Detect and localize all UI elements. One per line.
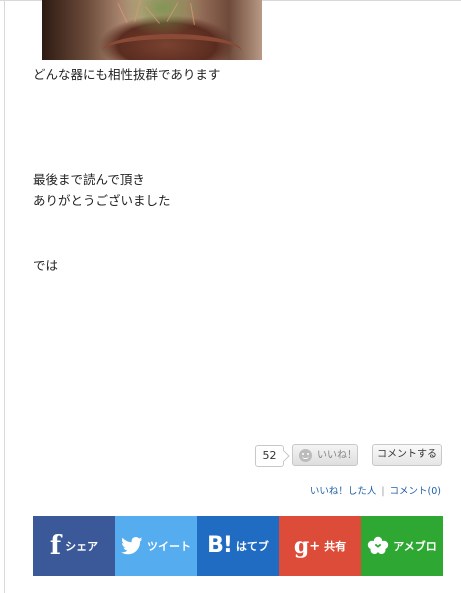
like-button[interactable]: いいね！: [292, 444, 358, 466]
pot-rim: [102, 34, 242, 60]
post-text-line: では: [33, 258, 59, 273]
post-text-line: 最後まで読んで頂き: [33, 172, 145, 187]
share-hatena-button[interactable]: B! はてブ: [197, 516, 279, 576]
comment-button[interactable]: コメントする: [372, 444, 442, 466]
hatena-bookmark-icon: B!: [207, 533, 233, 558]
facebook-icon: f: [49, 531, 62, 561]
share-twitter-button[interactable]: ツイート: [115, 516, 197, 576]
share-facebook-button[interactable]: f シェア: [33, 516, 115, 576]
photo-detail: [166, 2, 179, 22]
like-count: 52: [255, 445, 284, 467]
ameblo-icon: [367, 536, 389, 556]
photo-detail: [190, 3, 195, 25]
photo-detail: [145, 6, 160, 24]
smiley-icon: [299, 449, 312, 462]
share-ameblo-label: アメブロ: [393, 540, 437, 553]
comments-link[interactable]: コメント(0): [390, 486, 441, 497]
photo-detail: [134, 0, 141, 22]
share-googleplus-button[interactable]: g + 共有: [279, 516, 361, 576]
google-plus-icon: g +: [293, 533, 321, 559]
liked-users-link[interactable]: いいね！した人: [310, 486, 377, 497]
share-ameblo-button[interactable]: アメブロ: [361, 516, 443, 576]
twitter-bird-icon: [121, 537, 143, 555]
post-text-line: どんな器にも相性抜群であります: [33, 67, 221, 82]
like-button-label: いいね！: [317, 450, 357, 461]
photo-detail: [117, 2, 128, 24]
share-hatena-label: はてブ: [235, 540, 269, 553]
share-twitter-label: ツイート: [147, 540, 191, 553]
post-text-line: ありがとうございました: [33, 193, 171, 208]
cactus-photo: [42, 0, 262, 60]
share-bar: f シェア ツイート B! はてブ g + 共有 アメブロ: [33, 516, 443, 576]
post-footer-links: いいね！した人 | コメント(0): [310, 483, 441, 497]
share-googleplus-label: 共有: [324, 540, 347, 553]
share-facebook-label: シェア: [65, 540, 99, 553]
left-border: [4, 0, 5, 593]
link-separator: |: [381, 486, 385, 497]
